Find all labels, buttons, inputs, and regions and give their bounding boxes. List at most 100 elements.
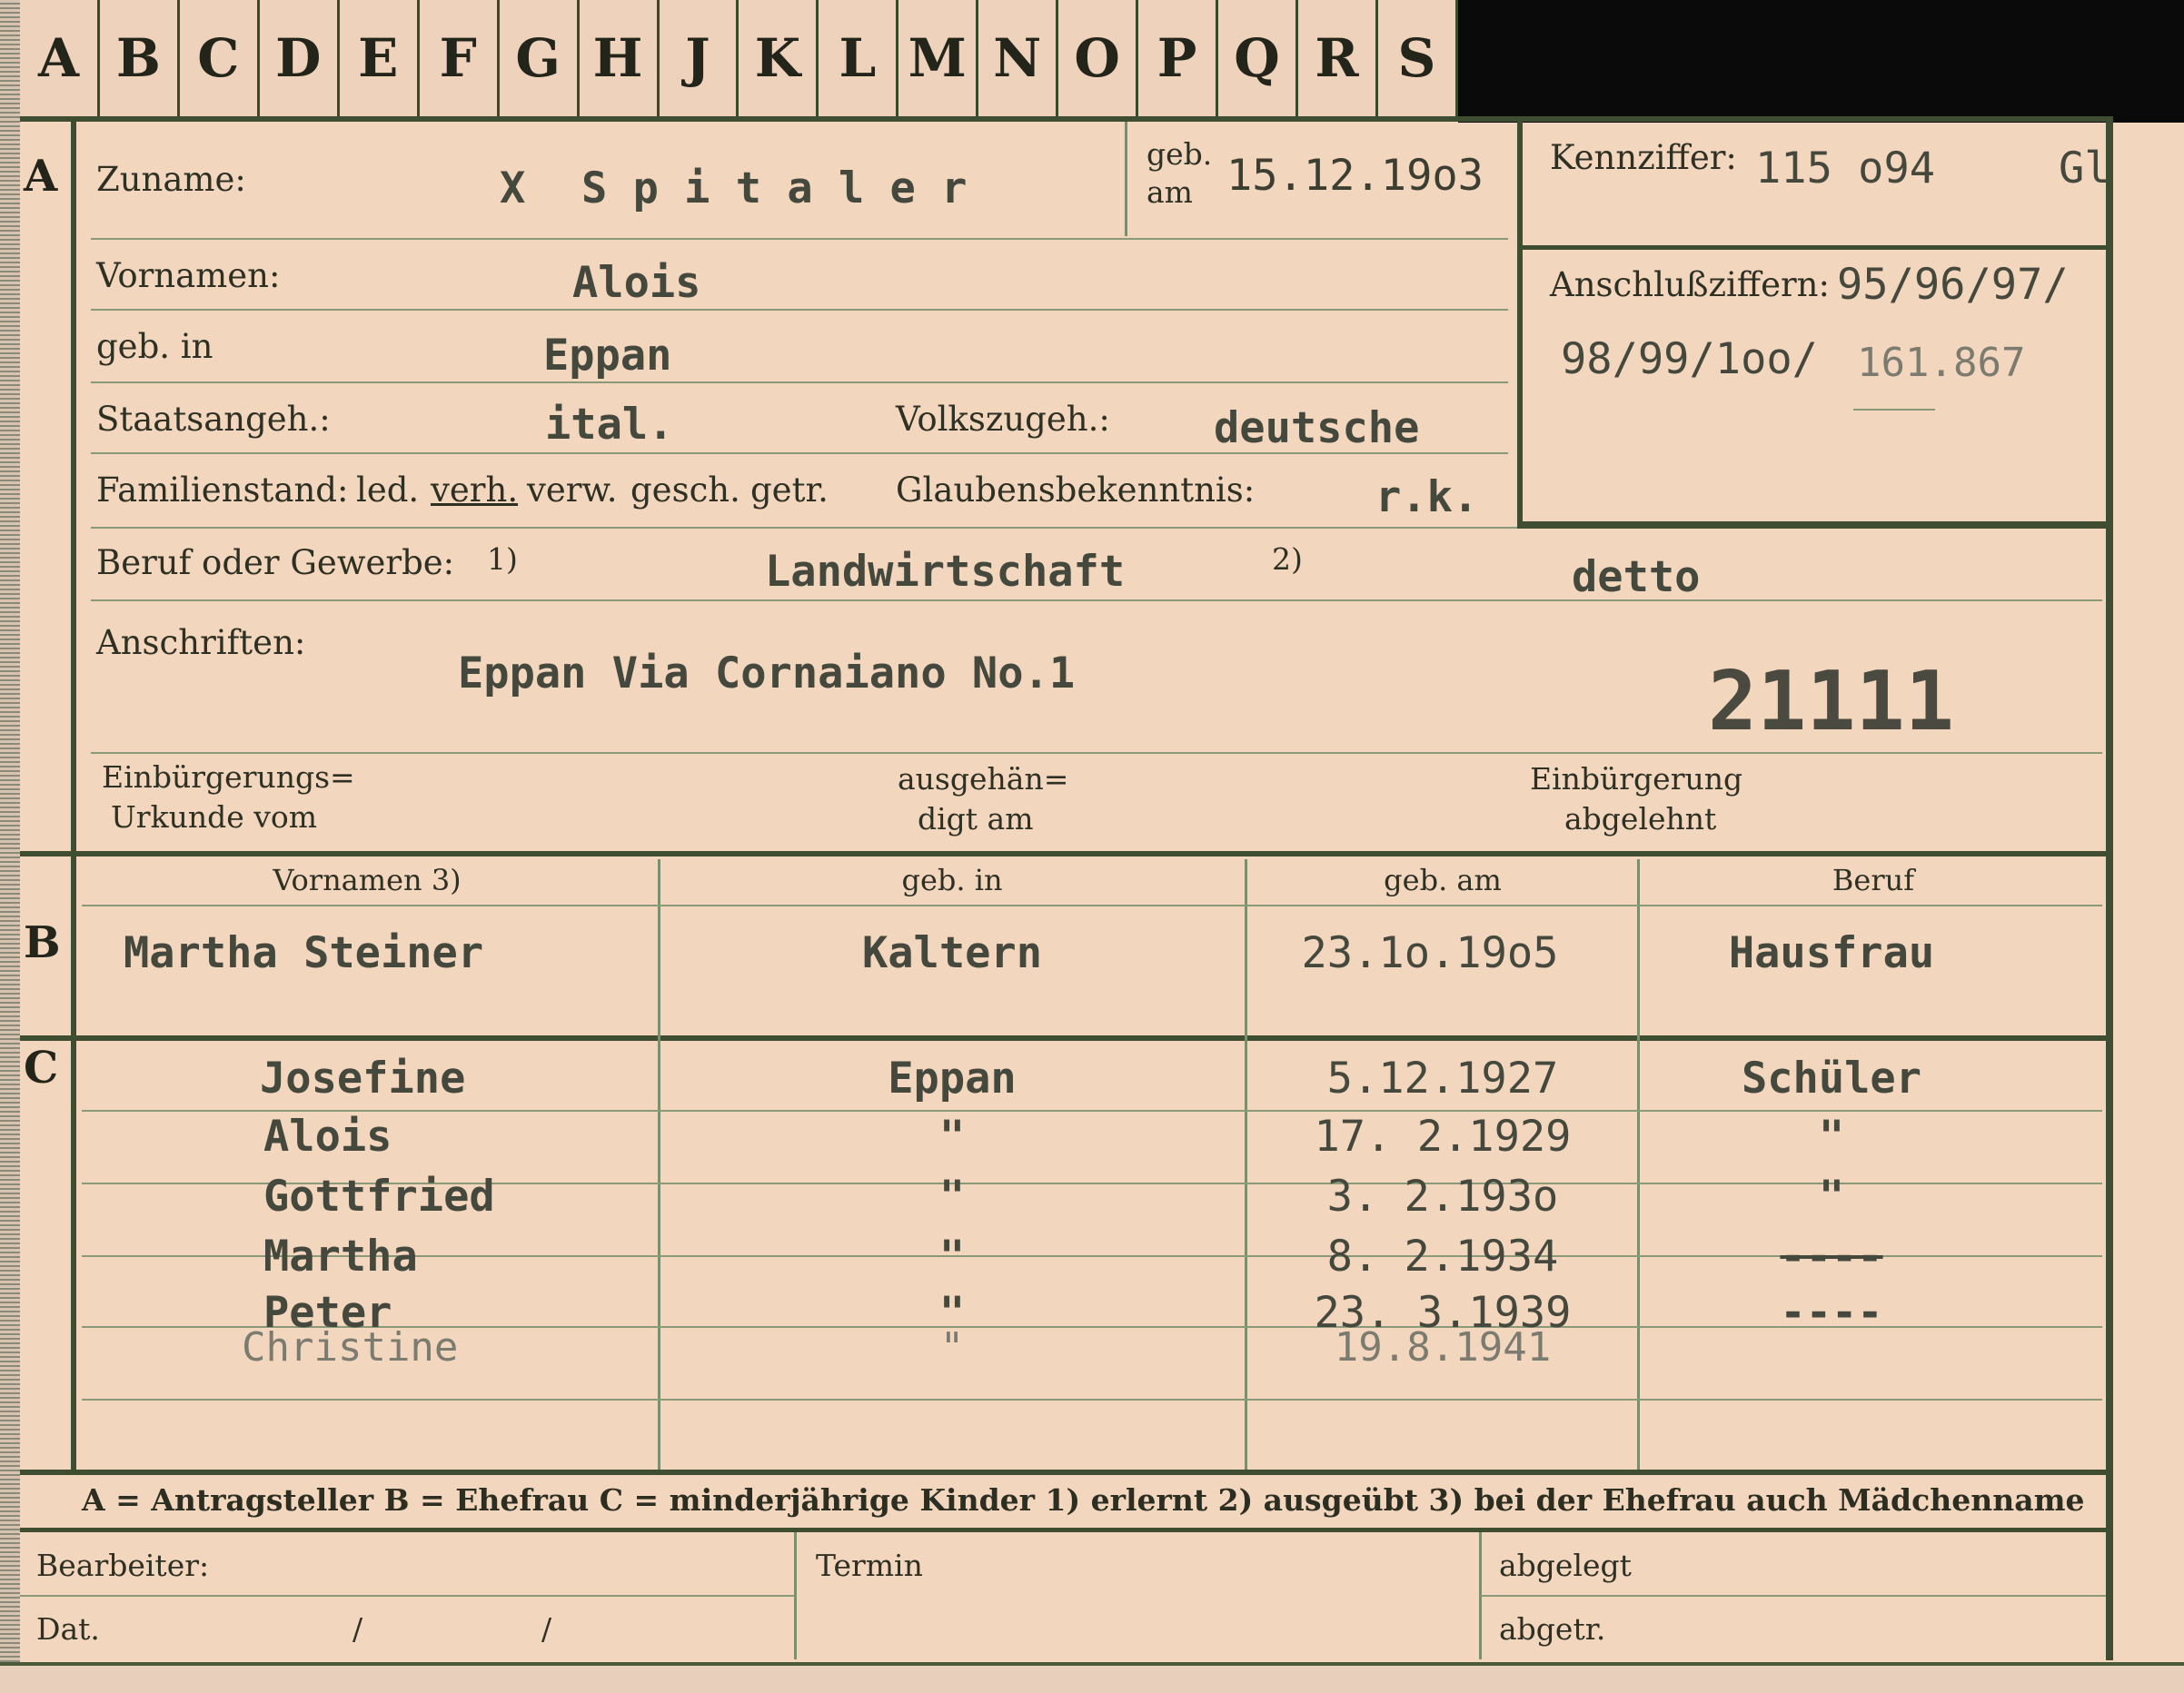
filed-label: abgelegt bbox=[1499, 1548, 1632, 1583]
section-letter-b: B bbox=[24, 917, 61, 968]
child-profession: " bbox=[1818, 1172, 1845, 1222]
divider-legend-footer bbox=[20, 1528, 2111, 1532]
alphabet-tab-bar: ABCDEFGHJKLMNOPQRS bbox=[20, 0, 1458, 119]
wife-birthdate: 23.1o.19o5 bbox=[1301, 928, 1559, 978]
rejected-label-2: abgelehnt bbox=[1564, 801, 1717, 837]
born-on-value: 15.12.19o3 bbox=[1226, 151, 1484, 201]
link-line2: 98/99/1oo/ bbox=[1561, 334, 1818, 384]
child-birthplace: " bbox=[938, 1172, 966, 1222]
clerk-label: Bearbeiter: bbox=[36, 1548, 210, 1583]
footnote-1: 1) bbox=[487, 541, 518, 577]
naturalization-label-2: Urkunde vom bbox=[111, 799, 318, 835]
marital-option-widowed: verw. bbox=[527, 470, 618, 510]
stamp-number: 21111 bbox=[1708, 654, 1954, 749]
marital-option-divorced: gesch. bbox=[630, 470, 740, 510]
rejected-label: Einbürgerung bbox=[1530, 761, 1743, 797]
link-label: Anschlußziffern: bbox=[1550, 265, 1830, 304]
profession-learned: Landwirtschaft bbox=[765, 547, 1126, 597]
child-name: Josefine bbox=[260, 1054, 466, 1104]
alphabet-tab[interactable]: F bbox=[420, 0, 500, 116]
link-handwritten: 161.867 bbox=[1857, 340, 2026, 386]
address-label: Anschriften: bbox=[96, 623, 306, 662]
wife-profession: Hausfrau bbox=[1728, 928, 1935, 978]
ref-number: 115 o94 bbox=[1755, 144, 1936, 193]
ref-box-bottom bbox=[1517, 521, 2110, 529]
section-letter-c: C bbox=[24, 1043, 59, 1094]
alphabet-tab[interactable]: R bbox=[1298, 0, 1378, 116]
ethnicity-label: Volkszugeh.: bbox=[896, 400, 1110, 439]
frame-right bbox=[2106, 116, 2113, 1660]
child-birthplace: " bbox=[938, 1112, 966, 1162]
alphabet-tab[interactable]: L bbox=[819, 0, 899, 116]
card-bottom-edge bbox=[0, 1662, 2184, 1693]
marital-label: Familienstand: bbox=[96, 470, 349, 510]
alphabet-tab[interactable]: E bbox=[340, 0, 420, 116]
alphabet-tab[interactable]: C bbox=[180, 0, 260, 116]
card-left-edge bbox=[0, 0, 20, 1689]
ref-box-divider bbox=[1523, 245, 2106, 250]
alphabet-tab[interactable]: Q bbox=[1218, 0, 1298, 116]
frame-top bbox=[20, 116, 2110, 122]
divider-c-legend bbox=[20, 1470, 2111, 1475]
ref-box-left bbox=[1517, 122, 1523, 527]
alphabet-tab[interactable]: A bbox=[20, 0, 100, 116]
ref-label: Kennziffer: bbox=[1550, 138, 1737, 177]
section-letter-a: A bbox=[24, 151, 58, 202]
alphabet-tab[interactable]: H bbox=[580, 0, 660, 116]
citizenship-value: ital. bbox=[545, 400, 674, 450]
alphabet-tab[interactable]: O bbox=[1058, 0, 1139, 116]
birthplace-value: Eppan bbox=[543, 331, 672, 381]
legend: A = Antragsteller B = Ehefrau C = minder… bbox=[82, 1482, 2085, 1518]
profession-practised: detto bbox=[1572, 552, 1701, 602]
date-slash-2: / bbox=[541, 1611, 552, 1647]
column-header-birthplace: geb. in bbox=[901, 863, 1003, 897]
child-profession: ---- bbox=[1780, 1232, 1883, 1282]
alphabet-tab[interactable]: B bbox=[100, 0, 180, 116]
handed-label: ausgehän= bbox=[898, 761, 1069, 797]
date-label: Dat. bbox=[36, 1611, 100, 1647]
wife-birthplace: Kaltern bbox=[861, 928, 1043, 978]
alphabet-tab[interactable]: M bbox=[898, 0, 979, 116]
column-header-profession: Beruf bbox=[1832, 863, 1915, 897]
child-birthdate: 19.8.1941 bbox=[1334, 1324, 1552, 1371]
birthplace-label: geb. in bbox=[96, 327, 213, 366]
citizenship-label: Staatsangeh.: bbox=[96, 400, 331, 439]
child-profession: Schüler bbox=[1741, 1054, 1922, 1104]
divider-a-b bbox=[20, 851, 2111, 856]
footnote-2: 2) bbox=[1272, 541, 1303, 577]
removed-label: abgetr. bbox=[1499, 1611, 1606, 1647]
alphabet-tab[interactable]: J bbox=[660, 0, 740, 116]
alphabet-tab[interactable]: P bbox=[1138, 0, 1219, 116]
column-header-firstnames: Vornamen 3) bbox=[273, 863, 462, 897]
divider-b-c bbox=[20, 1035, 2111, 1041]
child-name: Gottfried bbox=[263, 1172, 495, 1222]
scan-background bbox=[1458, 0, 2184, 123]
child-birthplace: Eppan bbox=[888, 1054, 1017, 1104]
date-slash-1: / bbox=[352, 1611, 363, 1647]
child-birthplace: " bbox=[938, 1232, 966, 1282]
born-on-label: geb. bbox=[1147, 136, 1213, 172]
child-profession: ---- bbox=[1780, 1288, 1883, 1338]
alphabet-tab[interactable]: D bbox=[260, 0, 340, 116]
religion-value: r.k. bbox=[1375, 472, 1479, 522]
frame-left-column bbox=[71, 116, 76, 1470]
child-name: Christine bbox=[242, 1324, 459, 1371]
wife-name: Martha Steiner bbox=[124, 928, 484, 978]
child-birthdate: 8. 2.1934 bbox=[1326, 1232, 1559, 1282]
marital-option-separated: getr. bbox=[750, 470, 829, 510]
alphabet-tab[interactable]: G bbox=[500, 0, 580, 116]
naturalization-label: Einbürgerungs= bbox=[102, 759, 355, 795]
child-profession: " bbox=[1818, 1112, 1845, 1162]
child-birthplace: " bbox=[939, 1324, 965, 1371]
surname-value: S p i t a l e r bbox=[581, 163, 968, 213]
religion-label: Glaubensbekenntnis: bbox=[896, 470, 1256, 510]
address-value: Eppan Via Cornaiano No.1 bbox=[458, 648, 1076, 698]
alphabet-tab[interactable]: N bbox=[978, 0, 1059, 116]
firstnames-value: Alois bbox=[572, 258, 701, 308]
alphabet-tab[interactable]: S bbox=[1378, 0, 1458, 116]
alphabet-tab[interactable]: K bbox=[739, 0, 819, 116]
handed-label-2: digt am bbox=[918, 801, 1034, 837]
link-line1: 95/96/97/ bbox=[1837, 260, 2069, 310]
firstnames-label: Vornamen: bbox=[96, 256, 281, 295]
child-birthdate: 5.12.1927 bbox=[1326, 1054, 1559, 1104]
